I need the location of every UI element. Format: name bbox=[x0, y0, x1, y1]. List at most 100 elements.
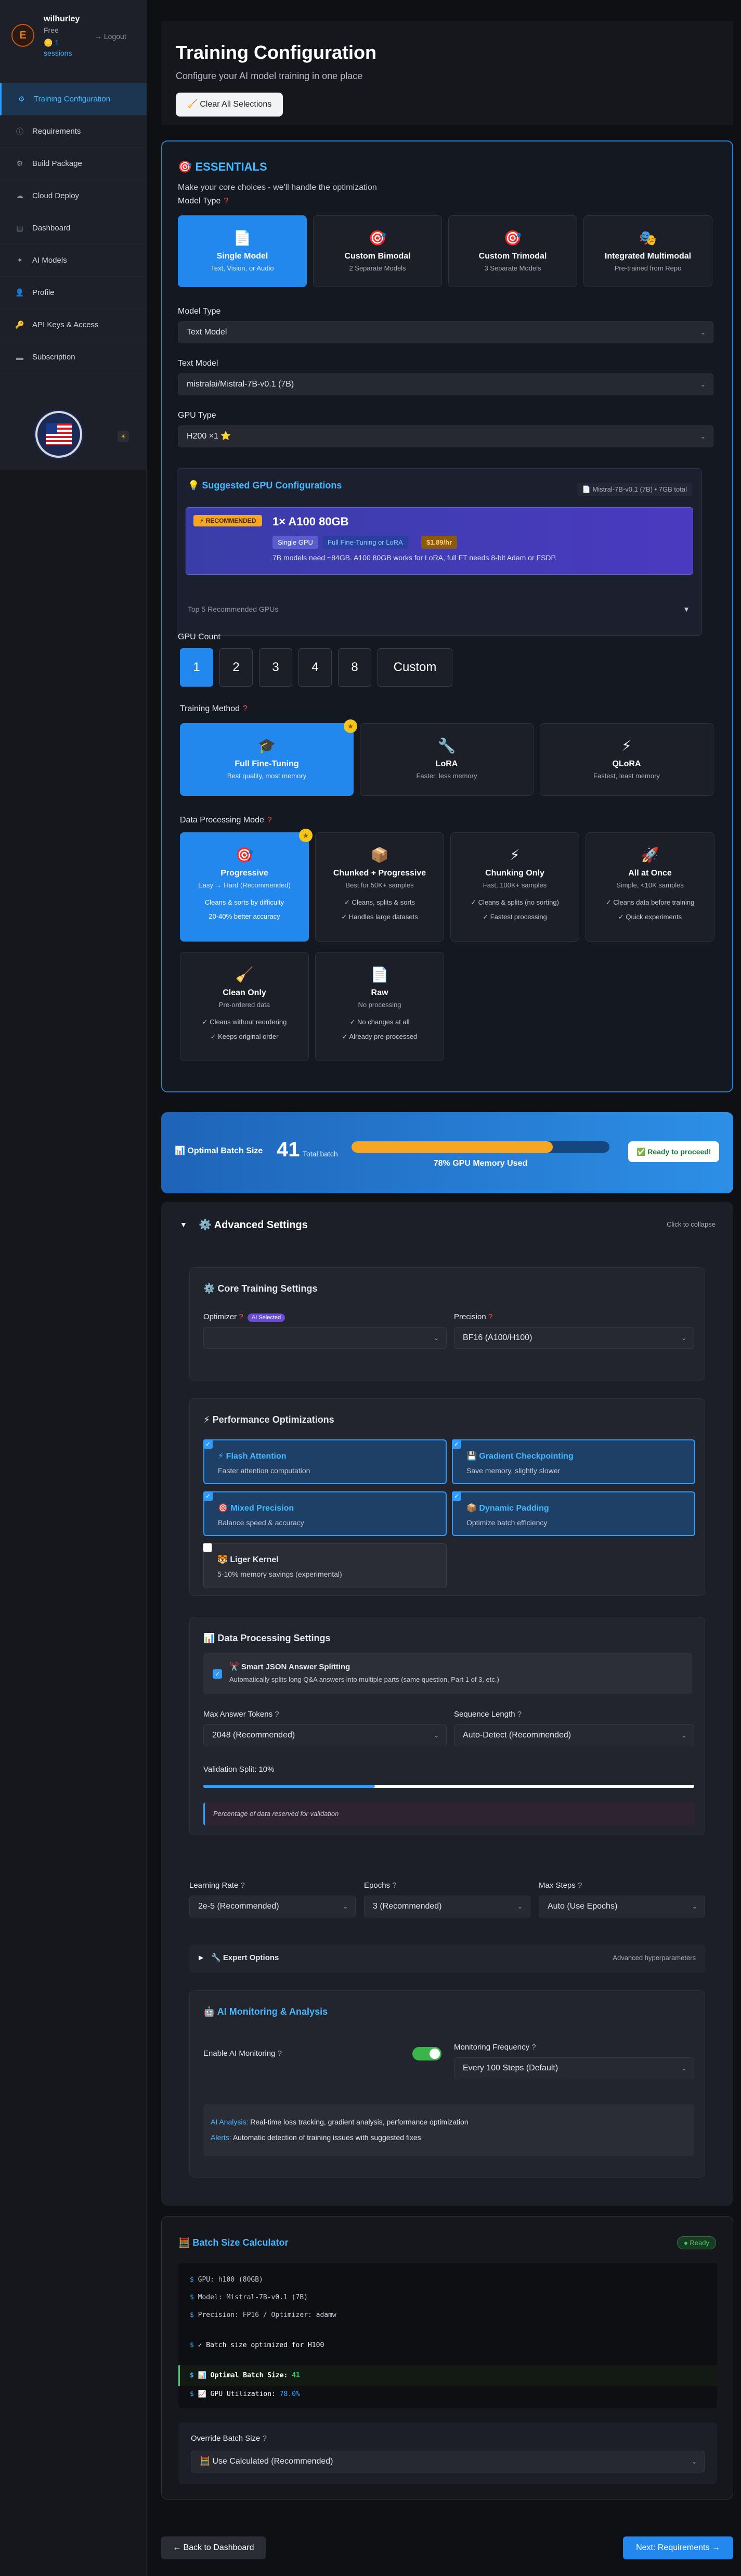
gpu-recommended-card[interactable]: ⚡ RECOMMENDED 1× A100 80GB Single GPU Fu… bbox=[186, 507, 693, 575]
calculator-status-badge: ● Ready bbox=[677, 2236, 716, 2249]
back-to-dashboard-button[interactable]: ← Back to Dashboard bbox=[161, 2536, 266, 2559]
tile-line: ✓ Cleans, splits & sorts bbox=[344, 898, 415, 906]
help-icon: ? bbox=[531, 2043, 536, 2052]
sidebar: E wilhurley Free 🪙 1 sessions → Logout ⚙… bbox=[0, 0, 147, 2576]
method-lora[interactable]: 🔧 LoRA Faster, less memory bbox=[360, 723, 534, 796]
json-splitting-option[interactable]: ✓ ✂️ Smart JSON Answer Splitting Automat… bbox=[203, 1653, 692, 1694]
gpu-count-custom[interactable]: Custom bbox=[378, 648, 452, 687]
model-type-select[interactable]: Text Model ⌄ bbox=[178, 321, 713, 343]
expert-options-toggle[interactable]: ▶ 🔧 Expert Options Advanced hyperparamet… bbox=[189, 1944, 705, 1973]
collapse-caret-icon[interactable]: ▼ bbox=[180, 1220, 187, 1229]
model-type-bimodal[interactable]: 🎯 Custom Bimodal 2 Separate Models bbox=[313, 215, 442, 287]
opt-gradient-checkpointing[interactable]: ✓ 💾 Gradient Checkpointing Save memory, sl… bbox=[452, 1439, 695, 1484]
gpu-count-label: GPU Count bbox=[178, 633, 220, 641]
sidebar-item-build-package[interactable]: ⚙ Build Package bbox=[0, 148, 147, 180]
clear-all-button[interactable]: 🧹 Clear All Selections bbox=[176, 93, 283, 117]
monitoring-toggle[interactable] bbox=[412, 2047, 441, 2060]
sidebar-item-ai-models[interactable]: ✦ AI Models bbox=[0, 244, 147, 277]
gpu-count-1[interactable]: 1 bbox=[180, 648, 213, 687]
gpu-count-2[interactable]: 2 bbox=[219, 648, 253, 687]
checkbox-checked-icon[interactable]: ✓ bbox=[452, 1439, 461, 1449]
method-full-finetuning[interactable]: ★ 🎓 Full Fine-Tuning Best quality, most … bbox=[180, 719, 357, 796]
gpu-count-8[interactable]: 8 bbox=[338, 648, 371, 687]
dp-chunked-progressive[interactable]: 📦 Chunked + Progressive Best for 50K+ sa… bbox=[315, 832, 444, 942]
prompt-symbol: $ bbox=[190, 2372, 194, 2379]
validation-slider[interactable] bbox=[203, 1785, 694, 1788]
gpu-count-4[interactable]: 4 bbox=[298, 648, 332, 687]
opt-liger-kernel[interactable]: 🐯 Liger Kernel 5-10% memory savings (expe… bbox=[203, 1543, 447, 1588]
method-qlora[interactable]: ⚡ QLoRA Fastest, least memory bbox=[540, 723, 713, 796]
max-tokens-select[interactable]: 2048 (Recommended) ⌄ bbox=[203, 1724, 447, 1746]
tile-title: All at Once bbox=[628, 869, 672, 878]
chevron-down-icon: ⌄ bbox=[433, 1334, 439, 1342]
tile-line: Cleans & sorts by difficulty bbox=[204, 898, 284, 906]
epochs-select[interactable]: 3 (Recommended) ⌄ bbox=[364, 1896, 530, 1917]
cloud-icon: ☁ bbox=[16, 191, 23, 200]
opt-dynamic-padding[interactable]: ✓ 📦 Dynamic Padding Optimize batch efficie… bbox=[452, 1491, 695, 1536]
gpu-type-select[interactable]: H200 ×1 ⭐ ⌄ bbox=[178, 426, 713, 447]
precision-select[interactable]: BF16 (A100/H100) ⌄ bbox=[454, 1327, 694, 1349]
page-title: Training Configuration bbox=[176, 42, 376, 63]
tile-line: 20-40% better accuracy bbox=[209, 912, 280, 920]
prompt-symbol: $ bbox=[190, 2341, 194, 2349]
checkbox-checked-icon[interactable]: ✓ bbox=[452, 1491, 461, 1501]
model-type-trimodal[interactable]: 🎯 Custom Trimodal 3 Separate Models bbox=[448, 215, 577, 287]
optimizer-label: Optimizer ? AI Selected bbox=[203, 1312, 285, 1322]
sidebar-item-dashboard[interactable]: ▤ Dashboard bbox=[0, 212, 147, 244]
checkbox-checked-icon[interactable]: ✓ bbox=[203, 1491, 213, 1501]
dp-progressive[interactable]: ★ 🎯 Progressive Easy → Hard (Recommended… bbox=[180, 829, 313, 942]
advanced-title[interactable]: ⚙️ Advanced Settings bbox=[199, 1218, 308, 1231]
text-model-select[interactable]: mistralai/Mistral-7B-v0.1 (7B) ⌄ bbox=[178, 373, 713, 395]
theme-toggle-icon[interactable]: ☀ bbox=[118, 431, 129, 442]
max-steps-select[interactable]: Auto (Use Epochs) ⌄ bbox=[539, 1896, 705, 1917]
gpu-note: 7B models need ~84GB. A100 80GB works fo… bbox=[272, 553, 557, 562]
user-icon: 👤 bbox=[15, 288, 24, 297]
sidebar-item-cloud-deploy[interactable]: ☁ Cloud Deploy bbox=[0, 180, 147, 212]
tile-subtitle: Faster, less memory bbox=[416, 772, 477, 780]
override-batch-panel: Override Batch Size ? 🧮 Use Calculated (… bbox=[178, 2423, 717, 2484]
model-type-single[interactable]: 📄 Single Model Text, Vision, or Audio bbox=[178, 215, 307, 287]
collapse-hint[interactable]: Click to collapse bbox=[667, 1220, 716, 1228]
label-text: Max Answer Tokens bbox=[203, 1710, 273, 1719]
opt-title: 🎯 Mixed Precision bbox=[218, 1504, 294, 1513]
seq-length-select[interactable]: Auto-Detect (Recommended) ⌄ bbox=[454, 1724, 694, 1746]
label-text: Override Batch Size bbox=[191, 2434, 261, 2443]
avatar: E bbox=[11, 24, 34, 47]
dp-chunking-only[interactable]: ⚡ Chunking Only Fast, 100K+ samples ✓ Cl… bbox=[450, 832, 579, 942]
sidebar-item-training-configuration[interactable]: ⚙ Training Configuration bbox=[0, 83, 147, 115]
sidebar-item-profile[interactable]: 👤 Profile bbox=[0, 277, 147, 309]
model-type-integrated[interactable]: 🎭 Integrated Multimodal Pre-trained from… bbox=[583, 215, 712, 287]
chevron-down-icon[interactable]: ▼ bbox=[683, 605, 690, 613]
learning-rate-select[interactable]: 2e-5 (Recommended) ⌄ bbox=[189, 1896, 356, 1917]
sidebar-item-subscription[interactable]: ▬ Subscription bbox=[0, 341, 147, 373]
training-method-label: Training Method? bbox=[180, 704, 248, 714]
logout-link[interactable]: → Logout bbox=[95, 32, 126, 41]
tile-title: Raw bbox=[371, 988, 388, 997]
gpu-memory-bar bbox=[352, 1141, 609, 1153]
next-requirements-button[interactable]: Next: Requirements → bbox=[623, 2536, 733, 2559]
opt-subtitle: Faster attention computation bbox=[218, 1466, 310, 1475]
checkbox-checked-icon[interactable]: ✓ bbox=[213, 1669, 222, 1679]
dp-all-at-once[interactable]: 🚀 All at Once Simple, <10K samples ✓ Cle… bbox=[586, 832, 714, 942]
dashboard-icon: ▤ bbox=[16, 224, 23, 232]
opt-mixed-precision[interactable]: ✓ 🎯 Mixed Precision Balance speed & accura… bbox=[203, 1491, 447, 1536]
top-gpus-toggle[interactable]: Top 5 Recommended GPUs bbox=[188, 605, 278, 613]
terminal-line: $ ✓ Batch size optimized for H100 bbox=[190, 2341, 324, 2349]
help-icon: ? bbox=[392, 1881, 397, 1890]
gpu-count-3[interactable]: 3 bbox=[259, 648, 292, 687]
dp-raw[interactable]: 📄 Raw No processing ✓ No changes at all … bbox=[315, 952, 444, 1061]
monitoring-frequency-select[interactable]: Every 100 Steps (Default) ⌄ bbox=[454, 2057, 694, 2079]
override-batch-select[interactable]: 🧮 Use Calculated (Recommended) ⌄ bbox=[191, 2451, 705, 2472]
monitoring-info: AI Analysis: Real-time loss tracking, gr… bbox=[203, 2104, 694, 2156]
batch-size-calculator: 🧮 Batch Size Calculator ● Ready $ GPU: h… bbox=[161, 2216, 733, 2500]
calculator-title: 🧮 Batch Size Calculator bbox=[178, 2237, 289, 2248]
checkbox-checked-icon[interactable]: ✓ bbox=[203, 1439, 213, 1449]
optimizer-select[interactable]: ⌄ bbox=[203, 1327, 447, 1349]
label-text: Sequence Length bbox=[454, 1710, 515, 1719]
opt-flash-attention[interactable]: ✓ ⚡ Flash Attention Faster attention compu… bbox=[203, 1439, 447, 1484]
sidebar-item-api-keys[interactable]: 🔑 API Keys & Access bbox=[0, 309, 147, 341]
checkbox-unchecked-icon[interactable] bbox=[203, 1543, 212, 1552]
dp-clean-only[interactable]: 🧹 Clean Only Pre-ordered data ✓ Cleans w… bbox=[180, 952, 309, 1061]
label-text: Data Processing Mode bbox=[180, 816, 264, 825]
sidebar-item-requirements[interactable]: ⓘ Requirements bbox=[0, 115, 147, 148]
